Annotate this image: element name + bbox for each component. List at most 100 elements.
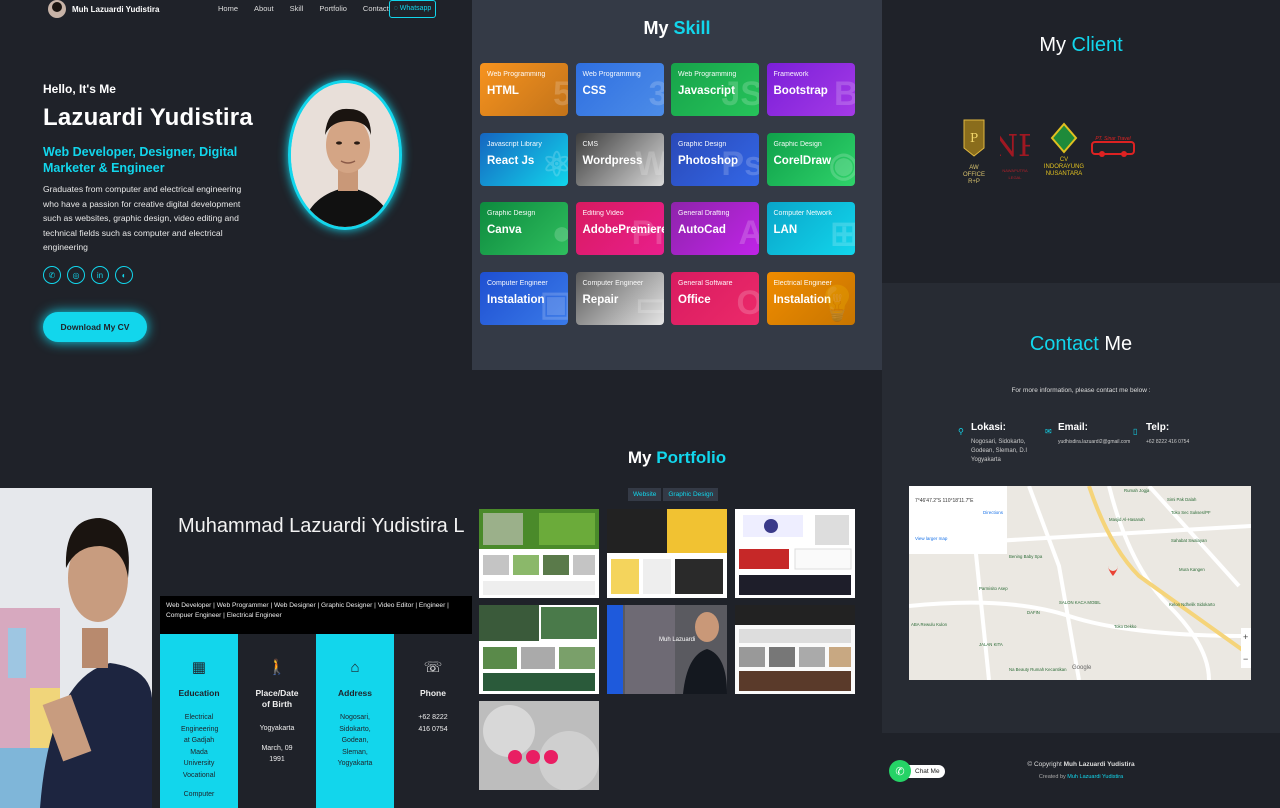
svg-text:SALON KACA MOBIL: SALON KACA MOBIL xyxy=(1059,600,1101,605)
contact-email: ✉ Email: yudhisdira.lazuardi2@gmail.com xyxy=(1045,423,1138,447)
skill-card[interactable]: ● Graphic Design Canva xyxy=(480,202,568,255)
skill-card[interactable]: ▭ Computer Engineer Repair xyxy=(575,271,664,325)
svg-text:Mura Kangen: Mura Kangen xyxy=(1179,567,1205,572)
profile-portrait xyxy=(291,83,399,227)
skill-category: Javascript Library xyxy=(487,140,542,148)
phone-value: +62 8222 416 0754 xyxy=(418,714,448,733)
skill-card[interactable]: ⊞ Computer Network LAN xyxy=(766,202,855,255)
skill-card-glyph: 💡 xyxy=(816,284,855,323)
skill-card-glyph: 3 xyxy=(648,75,664,113)
skill-card[interactable]: Ps Graphic Design Photoshop xyxy=(671,132,759,186)
filter-website[interactable]: Website xyxy=(628,488,662,501)
svg-text:Bening Baby Spa: Bening Baby Spa xyxy=(1009,554,1043,559)
chat-me-button[interactable]: ✆ Chat Me xyxy=(889,760,945,782)
download-cv-button[interactable]: Download My CV xyxy=(43,312,147,342)
skill-card[interactable]: A General Drafting AutoCad xyxy=(671,202,759,255)
skill-category: Graphic Design xyxy=(678,140,727,148)
svg-text:Muh Lazuardi: Muh Lazuardi xyxy=(659,637,695,643)
portfolio-thumb[interactable] xyxy=(735,509,855,598)
address-column: ⌂ Address Nogosari, Sidokarto, Godean, S… xyxy=(316,634,394,808)
client-logo-travel: PT. Sinar Travel xyxy=(1088,134,1138,161)
education-label: Education xyxy=(178,688,220,698)
portfolio-thumb[interactable]: Muh Lazuardi xyxy=(607,605,727,694)
top-navbar: Muh Lazuardi Yudistira Home About Skill … xyxy=(0,0,472,22)
skill-card[interactable]: ▣ Computer Engineer Instalation xyxy=(480,271,568,325)
skill-card[interactable]: ⚛ Javascript Library React Js xyxy=(480,132,568,186)
birth-place: Yogyakarta xyxy=(259,725,295,732)
nav-menu: Home About Skill Portfolio Contact xyxy=(218,4,389,13)
skill-card[interactable]: 3 Web Programming CSS xyxy=(575,63,664,116)
map-canvas[interactable]: 7°46'47.2"S 110°18'11.7"E View larger ma… xyxy=(909,486,1251,680)
skill-card-glyph: A xyxy=(738,214,759,252)
birth-column: 🚶 Place/Date of Birth Yogyakarta March, … xyxy=(238,634,316,808)
portfolio-thumb[interactable] xyxy=(479,509,599,598)
skill-card[interactable]: JS Web Programming Javascript xyxy=(671,63,759,116)
whatsapp-icon: ◌ xyxy=(393,5,398,12)
skill-card-glyph: Pr xyxy=(631,214,664,252)
birth-date: March, 09 1991 xyxy=(261,744,293,764)
nav-contact[interactable]: Contact xyxy=(363,4,389,13)
skill-card-glyph: ⚛ xyxy=(541,145,568,184)
portfolio-section: My Portfolio Website Graphic Design Muh … xyxy=(472,370,882,808)
building-icon: ▦ xyxy=(191,659,207,676)
svg-text:NP: NP xyxy=(1000,129,1030,164)
svg-text:Sahabat Swalayan: Sahabat Swalayan xyxy=(1171,538,1207,543)
skill-card[interactable]: 5 Web Programming HTML xyxy=(480,63,568,116)
skill-card-glyph: ▣ xyxy=(539,284,568,323)
filter-graphic-design[interactable]: Graphic Design xyxy=(663,488,719,501)
phone-column: ☏ Phone +62 8222 416 0754 xyxy=(394,634,472,808)
location-text[interactable]: Nogosari, Sidokarto, Godean, Sleman, D.I… xyxy=(971,438,1037,465)
client-logo-nawaputra: NP NAWAPUTRA LEGAL xyxy=(992,124,1038,181)
about-section: Muhammad Lazuardi Yudistira L Web Develo… xyxy=(0,488,472,808)
brand[interactable]: Muh Lazuardi Yudistira xyxy=(48,0,159,18)
skill-card[interactable]: ◉ Graphic Design CorelDraw xyxy=(766,132,855,186)
whatsapp-icon[interactable]: ✆ xyxy=(43,266,61,284)
google-map[interactable]: 7°46'47.2"S 110°18'11.7"E View larger ma… xyxy=(909,486,1251,680)
portfolio-filters: Website Graphic Design xyxy=(628,488,719,501)
skill-card[interactable]: B Framework Bootstrap xyxy=(766,63,855,116)
skill-category: Electrical Engineer xyxy=(773,279,832,287)
address-label: Address xyxy=(337,688,372,698)
education-column: ▦ Education Electrical Engineering at Ga… xyxy=(160,634,238,808)
phone-label: Phone xyxy=(420,688,446,698)
skill-card[interactable]: W CMS Wordpress xyxy=(575,132,664,186)
education-value: Electrical Engineering at Gadjah Mada Un… xyxy=(181,714,219,779)
skill-card[interactable]: Pr Editing Video AdobePremiere xyxy=(575,202,664,255)
portfolio-thumb[interactable] xyxy=(735,605,855,694)
hero-section: Hello, It's Me Lazuardi Yudistira Web De… xyxy=(0,22,472,488)
portfolio-thumb[interactable] xyxy=(607,509,727,598)
skill-category: Web Programming xyxy=(678,71,737,78)
skill-category: Computer Engineer xyxy=(582,279,644,287)
portfolio-thumb[interactable] xyxy=(479,701,599,790)
skill-category: General Drafting xyxy=(678,210,730,217)
svg-text:Directions: Directions xyxy=(983,510,1004,515)
phone-text[interactable]: +62 8222 416 0754 xyxy=(1146,438,1206,447)
github-icon[interactable]: ◐ xyxy=(115,266,133,284)
skill-card[interactable]: 💡 Electrical Engineer Instalation xyxy=(766,271,855,325)
skill-card-glyph: W xyxy=(635,144,664,183)
nav-skill[interactable]: Skill xyxy=(290,4,304,13)
about-full-name: Muhammad Lazuardi Yudistira L xyxy=(178,515,465,537)
linkedin-icon[interactable]: in xyxy=(91,266,109,284)
hero-greeting: Hello, It's Me xyxy=(43,82,116,96)
svg-text:Kelon Ndhelik Sidokarto: Kelon Ndhelik Sidokarto xyxy=(1169,602,1215,607)
nav-portfolio[interactable]: Portfolio xyxy=(319,4,347,13)
email-text[interactable]: yudhisdira.lazuardi2@gmail.com xyxy=(1058,438,1138,447)
portfolio-thumb[interactable] xyxy=(479,605,599,694)
whatsapp-button[interactable]: ◌ Whatsapp xyxy=(389,0,436,18)
svg-text:−: − xyxy=(1243,654,1248,664)
instagram-icon[interactable]: ◎ xyxy=(67,266,85,284)
client-logo-aw-office: P AW OFFICE R+P xyxy=(960,118,988,186)
skill-category: Computer Network xyxy=(773,210,832,217)
about-info-columns: ▦ Education Electrical Engineering at Ga… xyxy=(160,634,472,808)
social-links: ✆ ◎ in ◐ xyxy=(43,266,133,284)
nav-about[interactable]: About xyxy=(254,4,274,13)
skill-name: HTML xyxy=(487,85,519,97)
svg-text:Na Beauty Rumah Kecantikan: Na Beauty Rumah Kecantikan xyxy=(1009,667,1067,672)
skill-category: Editing Video xyxy=(582,210,624,217)
skill-card[interactable]: O General Software Office xyxy=(671,271,759,325)
nav-home[interactable]: Home xyxy=(218,4,238,13)
skill-category: Web Programming xyxy=(487,71,546,78)
svg-text:Parmisito Asep: Parmisito Asep xyxy=(979,586,1008,591)
svg-text:ABA Rewulu Kulon: ABA Rewulu Kulon xyxy=(911,622,948,627)
